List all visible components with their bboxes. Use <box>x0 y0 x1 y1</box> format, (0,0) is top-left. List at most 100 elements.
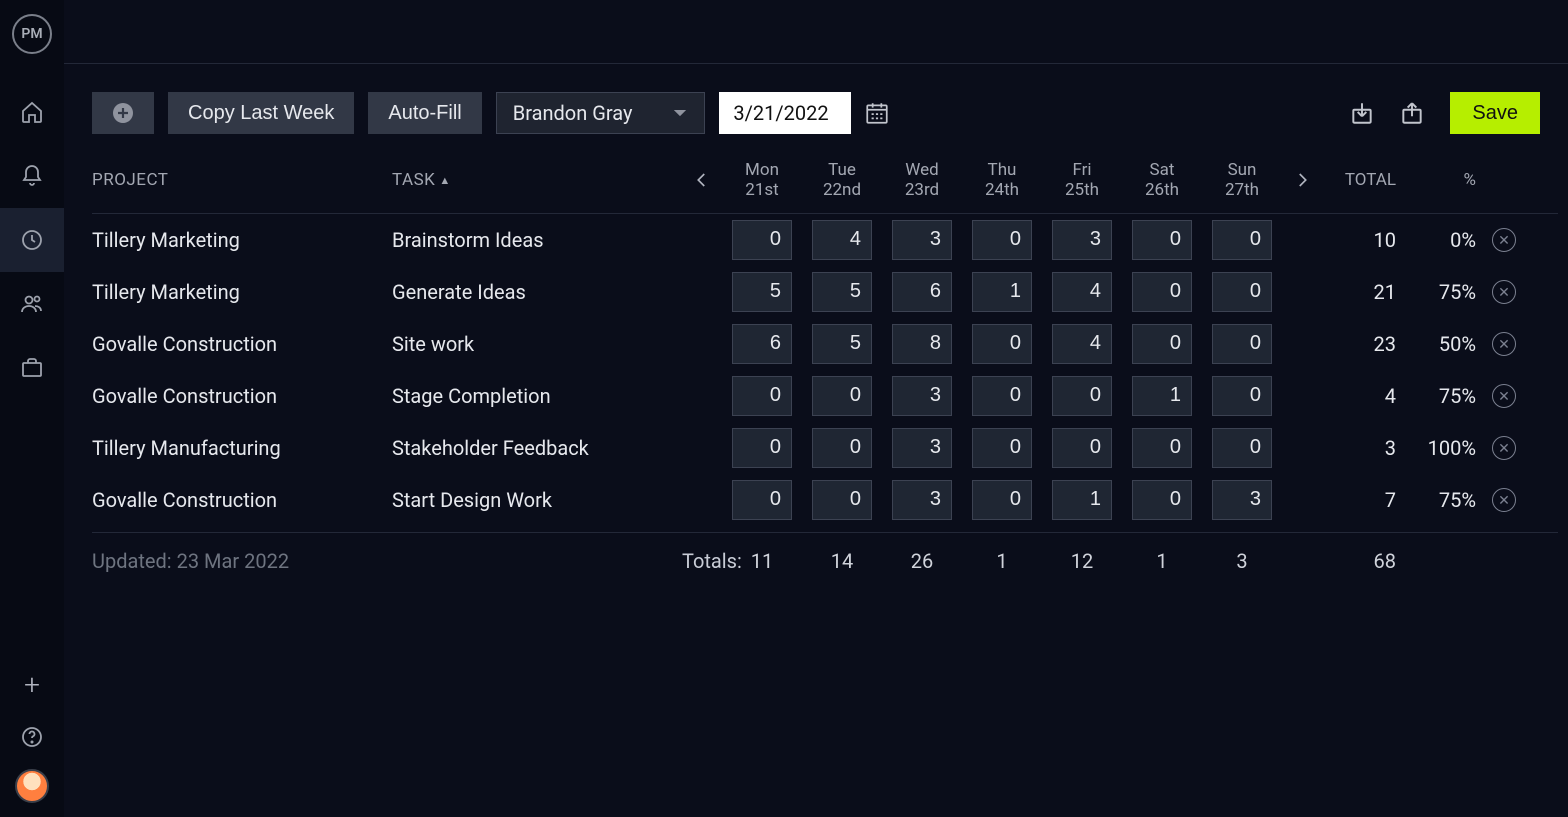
people-icon <box>20 292 44 316</box>
delete-row-button[interactable]: ✕ <box>1492 280 1516 304</box>
hour-input[interactable] <box>972 480 1032 520</box>
add-row-button[interactable] <box>92 92 154 134</box>
hour-cell <box>1202 220 1282 260</box>
prev-week-button[interactable] <box>682 171 722 189</box>
nav-timesheets[interactable] <box>0 208 64 272</box>
hour-cell <box>802 220 882 260</box>
hour-input[interactable] <box>1132 272 1192 312</box>
hour-input[interactable] <box>812 324 872 364</box>
hour-cell <box>1122 272 1202 312</box>
upload-icon <box>1399 100 1425 126</box>
total-day-6: 3 <box>1202 549 1282 573</box>
import-button[interactable] <box>1344 95 1380 131</box>
hour-cell <box>962 272 1042 312</box>
hour-input[interactable] <box>1132 220 1192 260</box>
hour-input[interactable] <box>1212 376 1272 416</box>
save-button[interactable]: Save <box>1450 92 1540 134</box>
hour-input[interactable] <box>972 376 1032 416</box>
hour-input[interactable] <box>1052 428 1112 468</box>
hour-input[interactable] <box>1212 272 1272 312</box>
export-button[interactable] <box>1394 95 1430 131</box>
chevron-right-icon <box>1293 171 1311 189</box>
hour-input[interactable] <box>812 428 872 468</box>
delete-cell: ✕ <box>1482 436 1526 460</box>
hour-input[interactable] <box>1132 376 1192 416</box>
user-select[interactable]: Brandon Gray <box>496 92 706 134</box>
nav-home[interactable] <box>0 80 64 144</box>
hour-input[interactable] <box>1052 376 1112 416</box>
hour-cell <box>722 324 802 364</box>
hour-input[interactable] <box>732 272 792 312</box>
nav-briefcase[interactable] <box>0 336 64 400</box>
delete-row-button[interactable]: ✕ <box>1492 488 1516 512</box>
header-project[interactable]: PROJECT <box>92 170 392 190</box>
hour-input[interactable] <box>892 428 952 468</box>
hour-input[interactable] <box>732 324 792 364</box>
nav-people[interactable] <box>0 272 64 336</box>
updated-label: Updated: 23 Mar 2022 <box>92 549 682 573</box>
hour-input[interactable] <box>1212 428 1272 468</box>
hour-cell <box>882 324 962 364</box>
hour-input[interactable] <box>732 376 792 416</box>
hour-cell <box>722 220 802 260</box>
hour-input[interactable] <box>972 324 1032 364</box>
hour-input[interactable] <box>1132 480 1192 520</box>
nav-add[interactable]: + <box>0 665 64 705</box>
hour-input[interactable] <box>1052 272 1112 312</box>
delete-row-button[interactable]: ✕ <box>1492 332 1516 356</box>
delete-row-button[interactable]: ✕ <box>1492 436 1516 460</box>
hour-input[interactable] <box>892 324 952 364</box>
hour-input[interactable] <box>812 272 872 312</box>
hour-input[interactable] <box>812 480 872 520</box>
app-logo[interactable]: PM <box>12 14 52 54</box>
project-cell: Tillery Marketing <box>92 280 392 304</box>
next-week-button[interactable] <box>1282 171 1322 189</box>
user-avatar[interactable] <box>15 769 49 803</box>
hour-cell <box>1042 272 1122 312</box>
hour-input[interactable] <box>1132 324 1192 364</box>
hour-cell <box>722 376 802 416</box>
hour-input[interactable] <box>972 428 1032 468</box>
hour-input[interactable] <box>892 272 952 312</box>
nav-notifications[interactable] <box>0 144 64 208</box>
header-day-2: Wed23rd <box>882 160 962 201</box>
hour-input[interactable] <box>732 428 792 468</box>
table-row: Tillery MarketingGenerate Ideas2175%✕ <box>92 266 1558 318</box>
plus-circle-icon <box>111 101 135 125</box>
header-task-label: TASK <box>392 170 435 190</box>
hour-input[interactable] <box>892 376 952 416</box>
hour-input[interactable] <box>732 220 792 260</box>
hour-cell <box>1122 428 1202 468</box>
hour-input[interactable] <box>972 220 1032 260</box>
hour-input[interactable] <box>732 480 792 520</box>
delete-cell: ✕ <box>1482 384 1526 408</box>
date-input[interactable]: 3/21/2022 <box>719 92 851 134</box>
hour-input[interactable] <box>892 220 952 260</box>
header-day-0: Mon21st <box>722 160 802 201</box>
hour-input[interactable] <box>812 376 872 416</box>
hour-input[interactable] <box>1212 480 1272 520</box>
hour-input[interactable] <box>1052 220 1112 260</box>
hour-cell <box>882 220 962 260</box>
hour-cell <box>1202 272 1282 312</box>
hour-input[interactable] <box>1212 324 1272 364</box>
delete-row-button[interactable]: ✕ <box>1492 384 1516 408</box>
copy-last-week-button[interactable]: Copy Last Week <box>168 92 354 134</box>
hour-input[interactable] <box>1052 324 1112 364</box>
hour-input[interactable] <box>1132 428 1192 468</box>
header-task[interactable]: TASK ▲ <box>392 170 682 190</box>
hour-cell <box>1042 324 1122 364</box>
hour-input[interactable] <box>1052 480 1112 520</box>
hour-cell <box>962 428 1042 468</box>
auto-fill-button[interactable]: Auto-Fill <box>368 92 481 134</box>
calendar-button[interactable] <box>861 97 893 129</box>
hour-input[interactable] <box>812 220 872 260</box>
row-percent: 0% <box>1402 228 1482 252</box>
hour-input[interactable] <box>892 480 952 520</box>
nav-help[interactable] <box>0 717 64 757</box>
hour-input[interactable] <box>972 272 1032 312</box>
hour-input[interactable] <box>1212 220 1272 260</box>
hour-cell <box>1042 376 1122 416</box>
delete-cell: ✕ <box>1482 280 1526 304</box>
delete-row-button[interactable]: ✕ <box>1492 228 1516 252</box>
